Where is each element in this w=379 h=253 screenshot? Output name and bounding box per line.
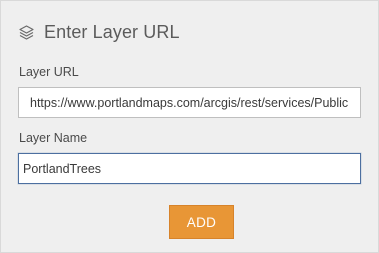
layer-url-input[interactable] — [18, 87, 361, 118]
layer-name-input[interactable] — [18, 153, 361, 184]
layer-url-label: Layer URL — [19, 65, 79, 79]
layers-icon — [18, 24, 35, 41]
add-button[interactable]: ADD — [169, 205, 234, 239]
panel-header: Enter Layer URL — [18, 18, 180, 46]
panel-title: Enter Layer URL — [44, 21, 180, 42]
add-layer-panel: Enter Layer URL Layer URL Layer Name ADD — [0, 0, 379, 253]
layer-name-label: Layer Name — [19, 131, 88, 145]
